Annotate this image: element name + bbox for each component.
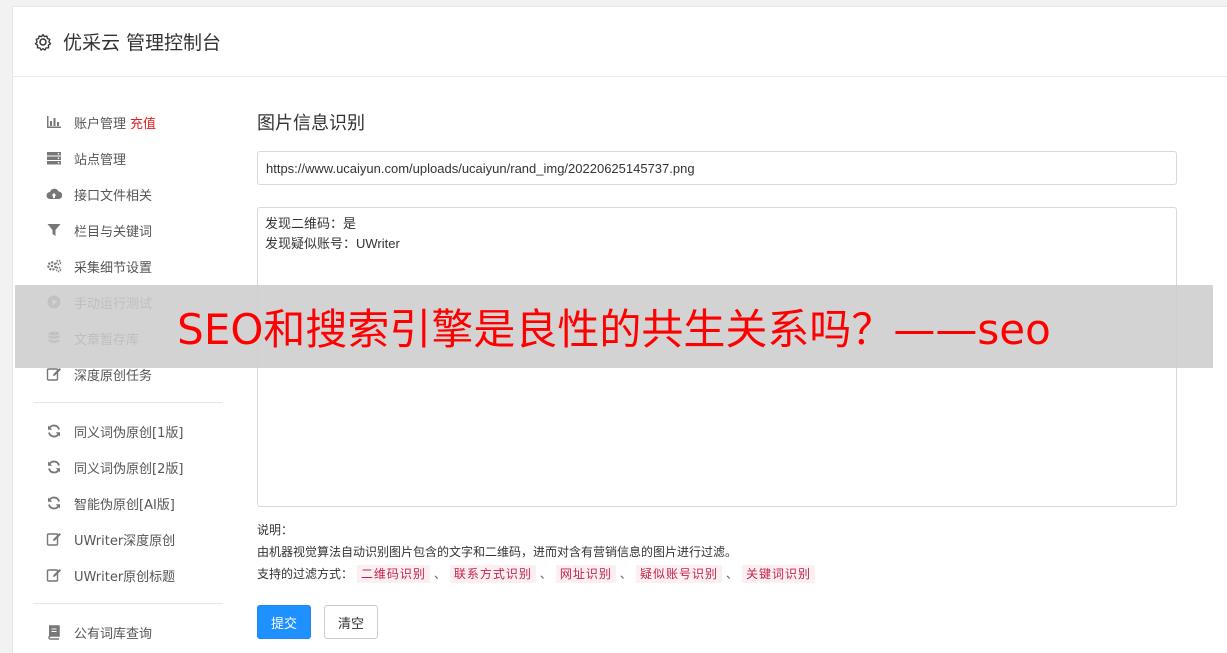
edit-icon <box>45 366 63 382</box>
refresh-icon <box>45 423 63 439</box>
sidebar-item[interactable]: 接口文件相关 <box>13 176 235 212</box>
server-icon <box>45 150 63 166</box>
result-line-account: 发现疑似账号：UWriter <box>265 236 400 251</box>
gear-icon <box>33 32 53 52</box>
console-header: 优采云 管理控制台 <box>13 7 1227 77</box>
filter-tag: 关键词识别 <box>741 565 815 583</box>
refresh-icon <box>45 459 63 475</box>
result-line-qrcode: 发现二维码：是 <box>265 216 357 231</box>
notes: 说明： 由机器视觉算法自动识别图片包含的文字和二维码，进而对含有营销信息的图片进… <box>257 519 1178 585</box>
sidebar-item-label: 智能伪原创[AI版] <box>74 497 175 513</box>
sidebar-item-label: UWriter原创标题 <box>74 569 176 585</box>
watermark-banner-text: SEO和搜索引擎是良性的共生关系吗？——seo <box>177 305 1051 354</box>
filter-icon <box>45 222 63 238</box>
sidebar-item[interactable]: 公有词库查询 <box>13 614 235 650</box>
sidebar-item-label: 站点管理 <box>74 152 127 168</box>
sidebar-item[interactable]: 同义词伪原创[1版] <box>13 413 235 449</box>
sidebar-item-label: 栏目与关键词 <box>74 224 153 240</box>
sidebar-item-label: 公有词库查询 <box>74 626 153 642</box>
filter-methods: 支持的过滤方式： 二维码识别、联系方式识别、网址识别、疑似账号识别、关键词识别 <box>257 563 1178 585</box>
edit-icon <box>45 531 63 547</box>
sidebar-item[interactable]: 同义词伪原创[2版] <box>13 449 235 485</box>
notes-label: 说明： <box>257 523 294 537</box>
bar-chart-icon <box>45 114 63 130</box>
sidebar-item-label: 同义词伪原创[2版] <box>74 461 184 477</box>
sidebar-item-label: 采集细节设置 <box>74 260 153 276</box>
sidebar-item-label: 账户管理 <box>74 116 127 132</box>
form-buttons: 提交 清空 <box>257 605 1178 639</box>
filter-tag: 网址识别 <box>555 565 616 583</box>
sidebar-divider <box>33 402 223 403</box>
filters-label: 支持的过滤方式： <box>257 567 354 581</box>
filter-tag: 疑似账号识别 <box>635 565 722 583</box>
filter-separator: 、 <box>619 567 632 581</box>
sidebar-item[interactable]: 栏目与关键词 <box>13 212 235 248</box>
sidebar-item-label: UWriter深度原创 <box>74 533 176 549</box>
edit-icon <box>45 567 63 583</box>
image-url-input[interactable]: https://www.ucaiyun.com/uploads/ucaiyun/… <box>257 151 1177 185</box>
sidebar-divider <box>33 603 223 604</box>
submit-button[interactable]: 提交 <box>257 605 311 639</box>
sidebar-item-label: 同义词伪原创[1版] <box>74 425 184 441</box>
sidebar-item[interactable]: UWriter原创标题 <box>13 557 235 593</box>
filter-separator: 、 <box>539 567 552 581</box>
recharge-link[interactable]: 充值 <box>130 113 156 132</box>
sidebar-item[interactable]: 智能伪原创[AI版] <box>13 485 235 521</box>
sidebar-item[interactable]: 采集细节设置 <box>13 248 235 284</box>
clear-button[interactable]: 清空 <box>324 605 378 639</box>
filter-tag: 二维码识别 <box>356 565 430 583</box>
notes-description: 由机器视觉算法自动识别图片包含的文字和二维码，进而对含有营销信息的图片进行过滤。 <box>257 545 738 559</box>
watermark-banner: SEO和搜索引擎是良性的共生关系吗？——seo <box>15 285 1213 368</box>
filter-separator: 、 <box>725 567 738 581</box>
filter-tag: 联系方式识别 <box>449 565 536 583</box>
page-title: 图片信息识别 <box>257 113 365 134</box>
refresh-icon <box>45 495 63 511</box>
book-icon <box>45 624 63 640</box>
sidebar-item[interactable]: 账户管理 充值 <box>13 104 235 140</box>
cloud-upload-icon <box>45 186 63 202</box>
filter-separator: 、 <box>433 567 446 581</box>
sidebar-item[interactable]: UWriter深度原创 <box>13 521 235 557</box>
gears-icon <box>45 258 63 274</box>
sidebar-item[interactable]: 站点管理 <box>13 140 235 176</box>
sidebar-item-label: 接口文件相关 <box>74 188 153 204</box>
console-title: 优采云 管理控制台 <box>63 32 222 54</box>
